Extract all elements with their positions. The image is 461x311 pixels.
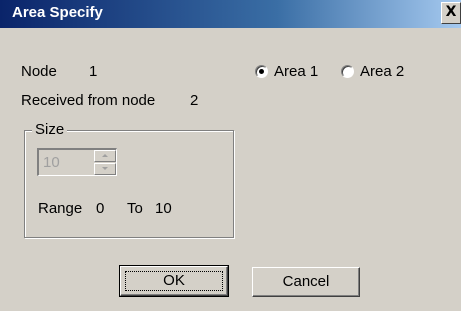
close-button[interactable]: X <box>441 2 461 24</box>
range-max-value: 10 <box>155 200 172 217</box>
size-group-label: Size <box>32 121 68 138</box>
ok-button[interactable]: OK <box>119 265 229 297</box>
received-from-value: 2 <box>190 92 199 109</box>
spin-down-button <box>94 163 116 175</box>
area-1-radio[interactable] <box>255 65 268 78</box>
window-title: Area Specify <box>12 4 103 21</box>
size-groupbox <box>24 130 234 238</box>
cancel-button-label: Cancel <box>282 273 330 290</box>
range-label: Range <box>38 200 83 217</box>
range-min-value: 0 <box>96 200 105 217</box>
node-label: Node <box>21 63 57 80</box>
area-2-radio[interactable] <box>341 65 354 78</box>
size-value: 10 <box>43 154 60 171</box>
chevron-up-icon <box>102 154 108 157</box>
received-from-label: Received from node <box>21 92 156 109</box>
range-to-label: To <box>127 200 143 217</box>
close-icon: X <box>445 4 457 20</box>
chevron-down-icon <box>102 167 108 170</box>
cancel-button[interactable]: Cancel <box>252 267 360 297</box>
spin-up-button <box>94 150 116 162</box>
area-2-label[interactable]: Area 2 <box>360 63 404 80</box>
radio-selected-dot <box>259 69 264 74</box>
node-value: 1 <box>89 63 98 80</box>
size-spin-input: 10 <box>37 148 117 176</box>
area-1-label[interactable]: Area 1 <box>274 63 318 80</box>
title-bar: Area Specify X <box>0 0 461 28</box>
focus-rectangle <box>125 271 223 291</box>
